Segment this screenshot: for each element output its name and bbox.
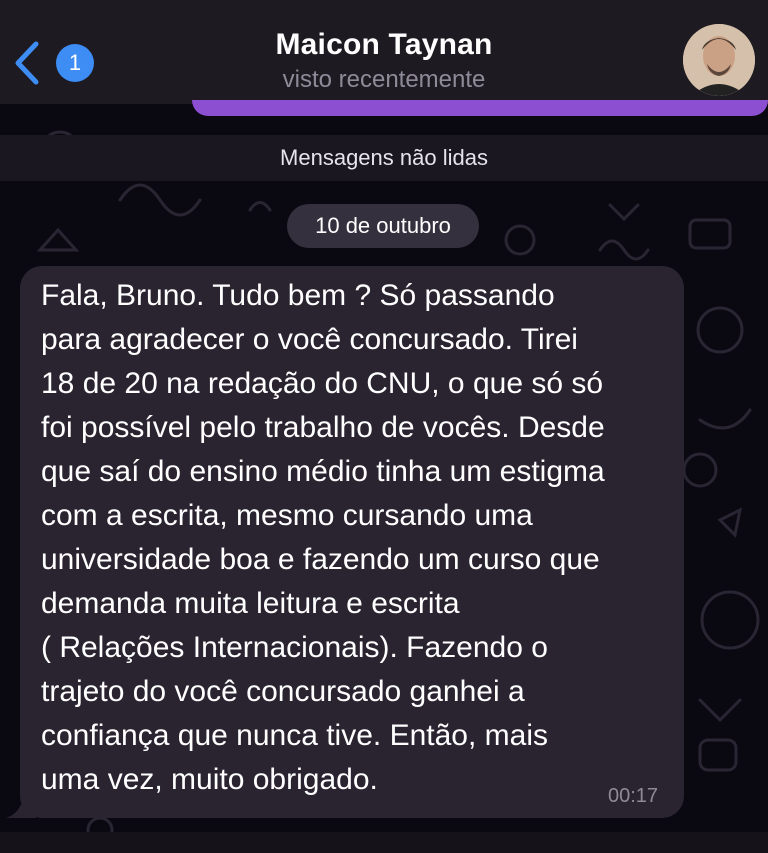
- message-text-line: 18 de 20 na redação do CNU, o que só só: [41, 367, 604, 400]
- message-text-line: ( Relações Internacionais). Fazendo o: [41, 631, 548, 664]
- unread-messages-divider: Mensagens não lidas: [0, 135, 768, 181]
- message-text-line: que saí do ensino médio tinha um estigma: [41, 455, 605, 488]
- message-text-line: para agradecer o você concursado. Tirei: [41, 323, 578, 356]
- avatar[interactable]: [683, 24, 755, 96]
- date-separator: 10 de outubro: [287, 204, 479, 248]
- message-text-line: foi possível pelo trabalho de vocês. Des…: [41, 411, 605, 444]
- message-text-line: trajeto do você concursado ganhei a: [41, 675, 525, 708]
- message-text-line: uma vez, muito obrigado.: [41, 763, 378, 796]
- message-text-line: confiança que nunca tive. Então, mais: [41, 719, 548, 752]
- message-text-line: demanda muita leitura e escrita: [41, 587, 460, 620]
- contact-status: visto recentemente: [282, 66, 486, 93]
- message-text-line: Fala, Bruno. Tudo bem ? Só passando: [41, 279, 555, 312]
- contact-photo: [683, 24, 755, 96]
- previous-outgoing-bubble: [192, 100, 768, 116]
- message-timestamp: 00:17: [608, 785, 659, 807]
- message-text-line: com a escrita, mesmo cursando uma: [41, 499, 533, 532]
- chat-header: 1 Maicon Taynan visto recentemente: [0, 0, 768, 104]
- input-bar-edge: [0, 832, 768, 853]
- contact-name[interactable]: Maicon Taynan: [0, 28, 768, 62]
- message-text-line: universidade boa e fazendo um curso que: [41, 543, 600, 576]
